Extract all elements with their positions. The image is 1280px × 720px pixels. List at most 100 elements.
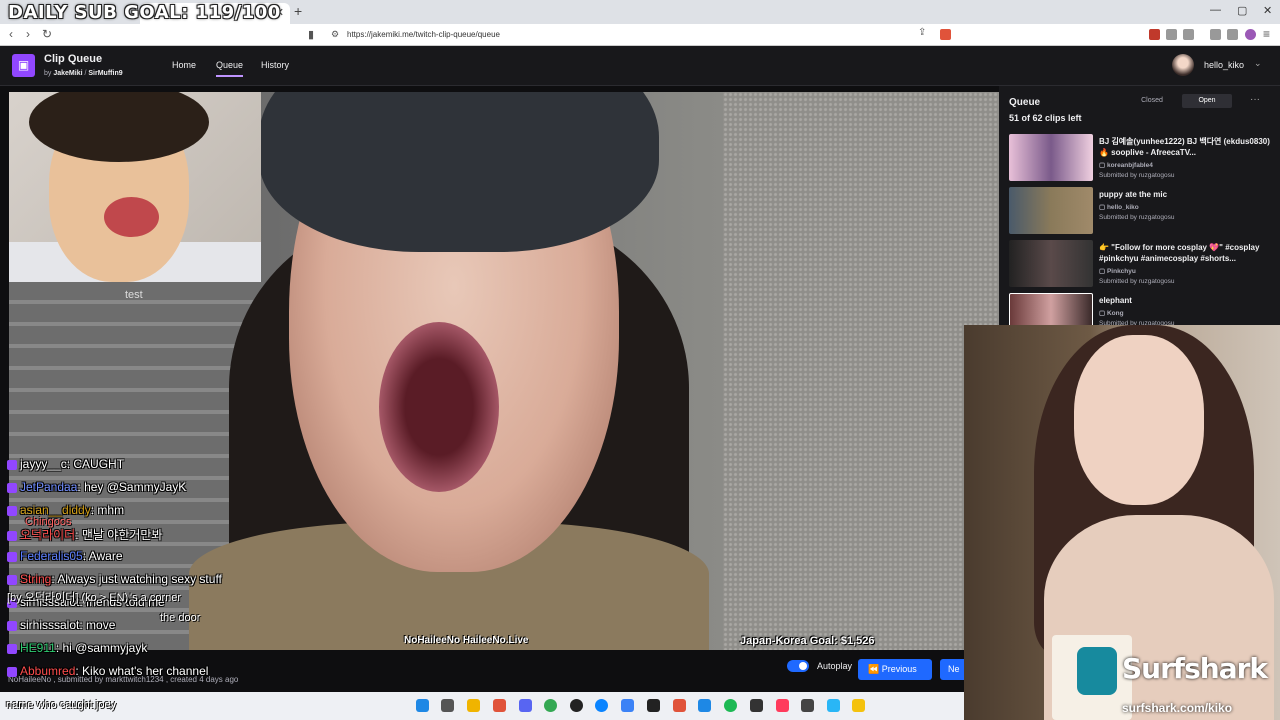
chat-text: CAUGHT [73,457,125,471]
vscode-icon[interactable] [621,699,634,712]
discord-icon[interactable] [519,699,532,712]
task-view-icon[interactable] [441,699,454,712]
chat-message: sirhisssalot: move [7,618,297,641]
chat-text: hey @SammyJayK [84,480,187,494]
obs-icon[interactable] [570,699,583,712]
sponsor-name: Surfshark [1122,652,1268,685]
app-icon[interactable] [698,699,711,712]
chat-username: HE911 [20,641,56,655]
brave-icon[interactable] [673,699,686,712]
previous-label: Previous [881,664,917,674]
video-beanie [259,92,659,252]
chat-username: JetPandaa [20,480,78,494]
user-avatar[interactable] [1172,54,1194,76]
spotify-icon[interactable] [724,699,737,712]
minimize-icon[interactable]: — [1210,4,1221,16]
queue-item[interactable]: puppy ate the mic ▢ hello_kiko Submitted… [1009,187,1274,237]
chat-ghost-text: 's a corner [130,592,182,604]
social-banner: NoHaileeNo HaileeNo.Live [404,635,529,646]
chat-caption: name who caught joey [6,699,117,711]
chat-username: jayyy__c [20,457,67,471]
edge-icon[interactable] [595,699,608,712]
sponsor-url: surfshark.com/kiko [1122,701,1233,715]
reload-icon[interactable]: ↻ [42,27,52,41]
app-header: ▣ Clip Queue by JakeMiki / SirMuffin9 Ho… [0,46,1280,86]
clip-submitter: Submitted by ruzgatogosu [1099,214,1175,221]
chat-username: Abbumred [20,664,76,678]
clip-thumbnail [1009,240,1093,287]
overlay-test-label: test [125,289,143,301]
brave-browser-icon[interactable] [493,699,506,712]
extension-icon[interactable] [1149,29,1160,40]
username[interactable]: hello_kiko [1204,60,1244,70]
sidebar-icon[interactable] [1227,29,1238,40]
screen: ✕ + — ▢ ✕ DAILY SUB GOAL: 119/100 ‹ › ↻ … [0,0,1280,720]
more-options-icon[interactable]: ··· [1250,94,1260,105]
chat-translation-note: [by 오덕라이더] (ko > EN) [7,592,129,604]
rewind-icon: ⏪ [868,664,880,674]
queue-item[interactable]: BJ 김예솔(yunhee1222) BJ 백다연 (ekdus0830) 🔥 … [1009,134,1274,184]
extension-icon[interactable] [1183,29,1194,40]
app-icon[interactable] [801,699,814,712]
extension-icon[interactable] [1166,29,1177,40]
autoplay-toggle[interactable] [787,660,809,672]
author-link-sirmuffin[interactable]: SirMuffin9 [88,70,122,77]
profile-icon[interactable] [1245,29,1256,40]
back-icon[interactable]: ‹ [9,27,13,41]
app-icon[interactable] [750,699,763,712]
start-icon[interactable] [416,699,429,712]
chat-username: 오덕라이더 [20,528,76,542]
close-window-icon[interactable]: ✕ [1263,4,1272,17]
menu-icon[interactable]: ≡ [1263,27,1270,41]
clip-submitter: Submitted by ruzgatogosu [1099,278,1175,285]
chat-username: Federalis05 [20,549,83,563]
terminal-icon[interactable] [647,699,660,712]
music-icon[interactable] [1210,29,1221,40]
webcam-face [1074,335,1204,505]
previous-button[interactable]: ⏪ Previous [858,659,932,680]
maximize-icon[interactable]: ▢ [1237,4,1247,17]
new-tab-icon[interactable]: + [294,3,302,19]
queue-title: Queue [1009,97,1041,108]
clip-channel: ▢ Pinkchyu [1099,268,1136,275]
site-info-icon[interactable]: ⚙ [331,29,339,40]
chat-text: hi @sammyjayk [62,641,148,655]
chat-ghost-text: the door [160,612,201,624]
nav-history[interactable]: History [261,60,289,70]
chat-badge-icon [7,666,17,677]
queue-open-toggle[interactable]: Open [1182,94,1232,108]
clip-title: elephant [1099,296,1132,305]
chat-text: move [86,618,116,632]
author-link-jakemiki[interactable]: JakeMiki [53,70,82,77]
video-wall [723,92,999,650]
chat-message: Abbumred: Kiko what's her channel [7,664,297,687]
queue-item[interactable]: 👉 "Follow for more cosplay 💖" #cosplay #… [1009,240,1274,290]
nav-queue[interactable]: Queue [216,60,244,77]
bookmark-icon[interactable]: ▮ [308,28,314,41]
clip-channel: ▢ Kong [1099,310,1124,317]
chat-text: mhm [97,503,125,517]
chat-badge-icon [7,530,17,541]
app-logo-icon[interactable]: ▣ [12,54,35,77]
app-icon[interactable] [852,699,865,712]
chat-text: Always just watching sexy stuff [57,572,222,586]
chevron-down-icon[interactable]: ⌄ [1254,58,1262,69]
forward-icon[interactable]: › [26,27,30,41]
os-taskbar [0,692,964,720]
chat-message: jayyy__c: CAUGHT [7,457,297,480]
app-icon[interactable] [776,699,789,712]
chat-badge-icon [7,482,17,493]
share-icon[interactable]: ⇪ [918,27,926,38]
queue-panel: Queue 51 of 62 clips left Closed Open ··… [999,86,1280,340]
chrome-icon[interactable] [544,699,557,712]
video-mouth [379,322,499,492]
brave-shield-icon[interactable] [940,29,951,40]
file-explorer-icon[interactable] [467,699,480,712]
by-label: by [44,70,52,77]
nav-home[interactable]: Home [172,60,196,70]
chat-badge-icon [7,574,17,585]
queue-closed-toggle[interactable]: Closed [1127,94,1177,108]
chat-badge-icon [7,643,17,654]
url-field[interactable]: https://jakemiki.me/twitch-clip-queue/qu… [347,30,500,39]
app-icon[interactable] [827,699,840,712]
